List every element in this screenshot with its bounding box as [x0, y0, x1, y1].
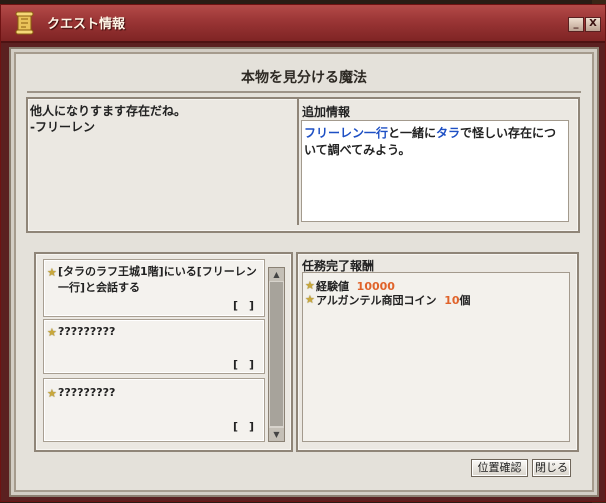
objective-text: ????????? — [58, 386, 116, 399]
party-name: フリーレン一行 — [304, 126, 389, 140]
reward-coin: アルガンテル商団コイン 10個 — [316, 292, 471, 308]
additional-info-header: 追加情報 — [302, 105, 351, 119]
scroll-icon — [15, 11, 34, 35]
scroll-up-icon[interactable]: ▲ — [269, 268, 284, 281]
star-icon: ★ — [47, 387, 57, 400]
titlebar[interactable]: クエスト情報 _ X — [1, 5, 605, 43]
close-button[interactable]: 閉じる — [532, 459, 571, 477]
location-name: タラ — [436, 126, 461, 140]
objective-progress: [ ] — [233, 358, 255, 371]
objective-text: ????????? — [58, 325, 116, 338]
minimize-button[interactable]: _ — [568, 17, 584, 32]
star-icon: ★ — [305, 279, 315, 292]
objective-text: [タラのラフ王城1階]にいる[フリーレン一行]と会話する — [58, 265, 257, 294]
window-title: クエスト情報 — [47, 17, 126, 32]
scroll-thumb[interactable] — [270, 282, 283, 426]
reward-value: 10 — [444, 294, 460, 307]
scroll-down-icon[interactable]: ▼ — [269, 428, 284, 441]
quest-description: 他人になりすます存在だね。 -フリーレン — [30, 104, 187, 134]
additional-text-part: と一緒に — [388, 126, 437, 140]
objective-progress: [ ] — [233, 299, 255, 312]
star-icon: ★ — [305, 293, 315, 306]
divider — [27, 91, 581, 93]
star-icon: ★ — [47, 326, 57, 339]
quest-title: 本物を見分ける魔法 — [241, 70, 367, 86]
reward-label: アルガンテル商団コイン — [316, 294, 437, 307]
objectives-scrollbar[interactable]: ▲ ▼ — [268, 267, 285, 442]
locate-button[interactable]: 位置確認 — [471, 459, 528, 477]
close-window-button[interactable]: X — [585, 17, 601, 32]
reward-unit: 個 — [459, 294, 471, 307]
additional-info-text: フリーレン一行と一緒にタラで怪しい存在について調べてみよう。 — [304, 125, 566, 159]
objective-progress: [ ] — [233, 420, 255, 433]
star-icon: ★ — [47, 266, 57, 279]
